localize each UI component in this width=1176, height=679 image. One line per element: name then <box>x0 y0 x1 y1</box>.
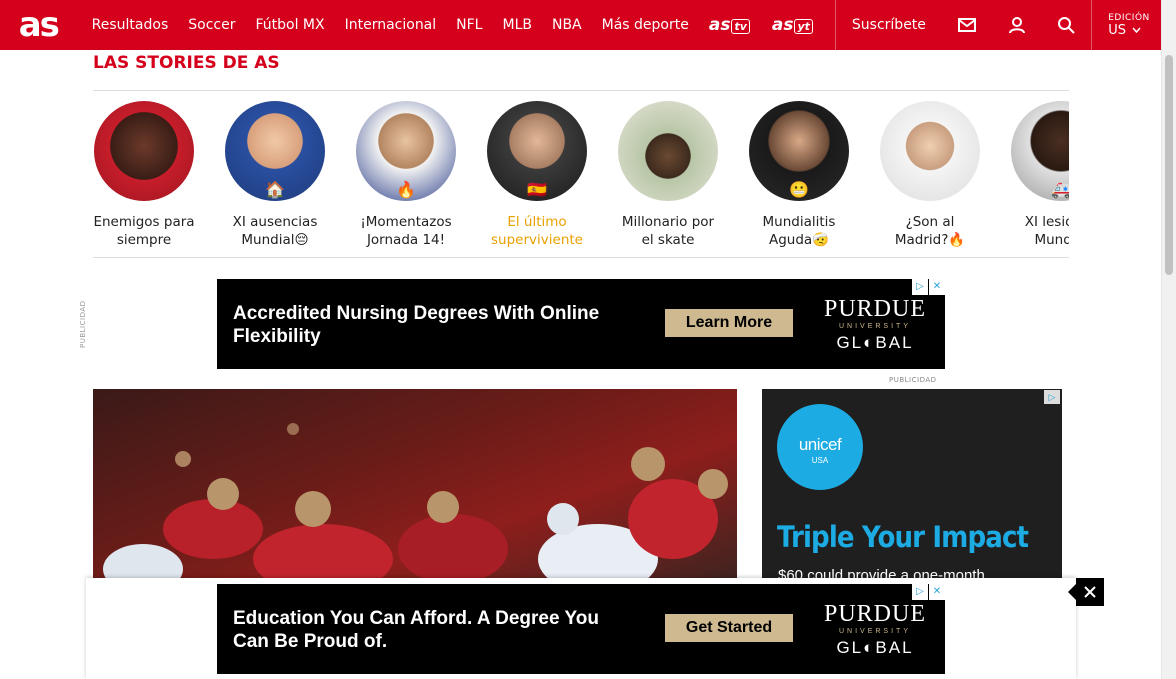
edition-code: US <box>1108 22 1127 38</box>
story-emoji: 🔥 <box>396 182 416 199</box>
ad-choices: ▷ ✕ <box>911 584 945 600</box>
story-thumbnail <box>618 101 718 201</box>
page-scrollbar[interactable] <box>1161 0 1176 679</box>
stories-carousel: Enemigos para siempre 🏠 XI ausencias Mun… <box>93 90 1069 258</box>
chevron-down-icon <box>1132 27 1141 33</box>
story-emoji: 🚑 <box>1051 182 1069 199</box>
get-started-button[interactable]: Get Started <box>665 614 793 642</box>
close-sticky-ad-button[interactable] <box>1068 578 1104 606</box>
as-youtube-logo: as <box>771 15 794 35</box>
unicef-wordmark: unicef <box>798 435 842 454</box>
story-emoji: 🏠 <box>265 182 285 199</box>
purdue-sticky-ad[interactable]: Education You Can Afford. A Degree You C… <box>217 584 945 674</box>
nav-item-mas-deporte[interactable]: Más deporte <box>602 17 689 33</box>
story-thumbnail: 🔥 <box>356 101 456 201</box>
newsletter-button[interactable] <box>942 0 992 50</box>
mail-icon <box>957 18 976 32</box>
story-thumbnail: 😬 <box>749 101 849 201</box>
nav-item-nba[interactable]: NBA <box>552 17 582 33</box>
edition-value: US <box>1108 23 1161 38</box>
nav-item-mlb[interactable]: MLB <box>502 17 531 33</box>
unicef-logo: unicef USA <box>777 404 863 490</box>
ad-choices: ▷ ✕ <box>911 279 945 295</box>
story-item[interactable]: Millonario por el skate <box>617 101 719 249</box>
ad-headline: Accredited Nursing Degrees With Online F… <box>233 303 600 347</box>
story-label: Enemigos para siempre <box>93 214 195 248</box>
purdue-subtitle: UNIVERSITY <box>838 323 911 330</box>
hero-image[interactable] <box>93 389 737 589</box>
story-thumbnail: 🏠 <box>225 101 325 201</box>
stories-heading: LAS STORIES DE AS <box>93 53 280 73</box>
nav-item-soccer[interactable]: Soccer <box>188 17 235 33</box>
unicef-country: USA <box>811 456 829 465</box>
ad-tagline: Triple Your Impact <box>777 520 1029 554</box>
story-item[interactable]: ¿Son al Madrid?🔥 <box>879 101 981 249</box>
nav-item-resultados[interactable]: Resultados <box>92 17 169 33</box>
unicef-ad[interactable]: unicef USA Triple Your Impact $60 could … <box>762 389 1062 589</box>
story-label: ¿Son al Madrid?🔥 <box>894 214 966 248</box>
nav-item-futbol-mx[interactable]: Fútbol MX <box>255 17 324 33</box>
purdue-wordmark: PURDUE <box>823 296 926 322</box>
purdue-logo: PURDUE UNIVERSITY GL◐BAL <box>819 602 931 658</box>
user-icon <box>1008 17 1025 34</box>
account-button[interactable] <box>992 0 1042 50</box>
edition-selector[interactable]: EDICIÓN US <box>1091 0 1161 50</box>
story-thumbnail: 🇪🇸 <box>487 101 587 201</box>
story-label: XI ausencias Mundial😔 <box>232 214 318 248</box>
story-item[interactable]: 🇪🇸 El último superviviente <box>486 101 588 249</box>
story-item[interactable]: 🚑 XI lesiones Mundial <box>1010 101 1069 249</box>
close-icon <box>1084 586 1096 598</box>
nav-item-internacional[interactable]: Internacional <box>345 17 437 33</box>
sticky-ad-container: Education You Can Afford. A Degree You C… <box>86 578 1076 679</box>
story-label: Millonario por el skate <box>621 214 715 248</box>
purdue-logo: PURDUE UNIVERSITY GL◐BAL <box>819 297 931 353</box>
as-tv-link[interactable]: as tv <box>709 15 750 35</box>
adchoices-icon[interactable]: ▷ <box>1044 390 1060 404</box>
story-label: XI lesiones Mundial <box>1024 214 1069 248</box>
learn-more-button[interactable]: Learn More <box>665 309 793 337</box>
top-nav: as Resultados Soccer Fútbol MX Internaci… <box>0 0 1161 50</box>
story-emoji: 🇪🇸 <box>527 182 547 199</box>
story-item[interactable]: Enemigos para siempre <box>93 101 195 249</box>
close-ad-icon[interactable]: ✕ <box>929 279 945 295</box>
search-icon <box>1058 17 1076 34</box>
ad-label: PUBLICIDAD <box>79 300 87 348</box>
ad-label: PUBLICIDAD <box>889 376 937 384</box>
story-item[interactable]: 😬 Mundialitis Aguda🤕 <box>748 101 850 249</box>
edition-label: EDICIÓN <box>1108 12 1150 23</box>
ad-headline: Education You Can Afford. A Degree You C… <box>233 608 599 652</box>
nav-item-nfl[interactable]: NFL <box>456 17 482 33</box>
football-game-photo <box>103 423 728 589</box>
purdue-global-wordmark: GL◐BAL <box>836 638 914 657</box>
story-label-active: El último superviviente <box>491 214 583 248</box>
adchoices-icon[interactable]: ▷ <box>912 584 928 600</box>
story-thumbnail: 🚑 <box>1011 101 1069 201</box>
scrollbar-thumb[interactable] <box>1165 55 1173 275</box>
purdue-banner-ad[interactable]: Accredited Nursing Degrees With Online F… <box>217 279 945 369</box>
story-thumbnail <box>880 101 980 201</box>
subscribe-link[interactable]: Suscríbete <box>836 17 942 33</box>
story-item[interactable]: 🔥 ¡Momentazos Jornada 14! <box>355 101 457 249</box>
story-item[interactable]: 🏠 XI ausencias Mundial😔 <box>224 101 326 249</box>
as-logo[interactable]: as <box>0 0 77 50</box>
story-thumbnail <box>94 101 194 201</box>
purdue-wordmark: PURDUE <box>823 601 926 627</box>
story-emoji: 😬 <box>789 182 809 199</box>
close-ad-icon[interactable]: ✕ <box>929 584 945 600</box>
search-button[interactable] <box>1041 0 1091 50</box>
as-tv-logo: as <box>708 15 731 35</box>
story-label: ¡Momentazos Jornada 14! <box>360 214 452 248</box>
as-youtube-badge: yt <box>794 19 813 34</box>
as-tv-badge: tv <box>731 19 750 34</box>
nav-menu: Resultados Soccer Fútbol MX Internaciona… <box>77 0 835 50</box>
adchoices-icon[interactable]: ▷ <box>912 279 928 295</box>
as-youtube-link[interactable]: as yt <box>772 15 813 35</box>
story-label: Mundialitis Aguda🤕 <box>762 214 836 248</box>
purdue-global-wordmark: GL◐BAL <box>836 333 914 352</box>
purdue-subtitle: UNIVERSITY <box>838 628 911 635</box>
